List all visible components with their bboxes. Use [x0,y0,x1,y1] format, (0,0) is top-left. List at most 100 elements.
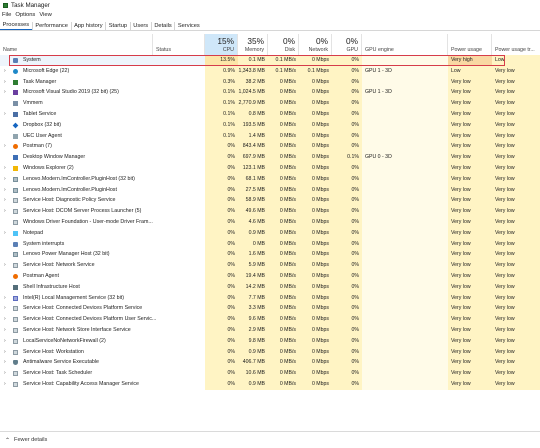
expand-chevron-icon[interactable]: › [4,195,6,206]
expand-chevron-icon[interactable]: › [4,293,6,304]
cell-power: Very low [448,130,492,142]
cell-engine: GPU 1 - 3D [362,65,448,77]
column-header-gpu-engine[interactable]: GPU engine [362,34,448,55]
expand-chevron-icon[interactable]: › [4,87,6,98]
expand-chevron-icon[interactable]: › [4,141,6,152]
column-header-status[interactable]: Status [153,34,205,55]
expand-chevron-icon[interactable]: › [4,163,6,174]
column-header-name[interactable]: Name [0,34,153,55]
expand-chevron-icon[interactable]: › [4,325,6,336]
column-header-network[interactable]: 0% Network [299,34,332,55]
cell-power: Very low [448,87,492,99]
expand-chevron-icon[interactable]: › [4,357,6,368]
dropbox-icon [12,122,19,129]
process-row[interactable]: Postman Agent 0% 19.4 MB 0 MB/s 0 Mbps 0% Very… [0,270,540,282]
process-row[interactable]: › Task Manager 0.3% 38.2 MB 0 MB/s 0 Mbps 0% Ve… [0,76,540,88]
process-row[interactable]: › Service Host: Connected Devices Platfor… [0,303,540,315]
cell-trend: Very low [492,314,540,325]
process-row[interactable]: › Notepad 0% 0.9 MB 0 MB/s 0 Mbps 0% Very low Ve… [0,227,540,239]
cell-network: 0 Mbps [299,162,332,174]
expand-chevron-icon[interactable]: › [4,206,6,217]
process-row[interactable]: › Service Host: Network Service 0% 5.9 MB 0 … [0,260,540,271]
process-row[interactable]: › Antimalware Service Executable 0% 406.7 M… [0,357,540,369]
column-header-cpu[interactable]: ⌄ 15% CPU [205,34,238,55]
expand-chevron-icon[interactable]: › [4,228,6,239]
process-row[interactable]: › Lenovo.Modern.ImController.PluginHost (… [0,173,540,185]
disk-total: 0% [283,36,295,46]
column-header-power-trend[interactable]: Power usage tr... [492,34,540,55]
expand-chevron-icon[interactable]: › [4,336,6,347]
cell-power: Very low [448,303,492,315]
process-row[interactable]: › Service Host: Capability Access Manager… [0,378,540,390]
system-icon [13,241,18,247]
process-row[interactable]: › Service Host: Network Store Interface S… [0,324,540,336]
fewer-details-link[interactable]: Fewer details [14,437,47,443]
process-row[interactable]: › Service Host: Workstation 0% 0.9 MB 0 MB/s… [0,346,540,358]
menu-options[interactable]: Options [13,12,37,18]
cell-memory: 4.6 MB [238,216,268,228]
cell-network: 0 Mbps [299,238,332,250]
tab-performance[interactable]: Performance [31,22,71,30]
expand-chevron-icon[interactable]: › [4,260,6,271]
column-header-power-usage[interactable]: Power usage [448,34,492,55]
chevron-up-icon[interactable]: ⌃ [5,437,10,444]
process-row[interactable]: Windows Driver Foundation - User-mode Dr… [0,216,540,228]
process-row[interactable]: › Windows Explorer (2) 0% 123.1 MB 0 MB/s 0 M… [0,162,540,174]
process-row[interactable]: › Microsoft Visual Studio 2019 (32 bit) (… [0,87,540,99]
process-row[interactable]: Dropbox (32 bit) 0.1% 193.5 MB 0 MB/s 0 Mbps… [0,119,540,131]
menu-view[interactable]: View [37,12,53,18]
cell-disk: 0.1 MB/s [268,65,299,77]
cell-network: 0 Mbps [299,130,332,142]
process-row[interactable]: Shell Infrastructure Host 0% 14.2 MB 0 MB/s… [0,281,540,293]
process-row[interactable]: › Intel(R) Local Management Service (32 b… [0,292,540,304]
cell-memory: 0.9 MB [238,227,268,239]
process-name: Vmmem [23,100,43,107]
process-row[interactable]: › Service Host: Diagnostic Policy Service… [0,195,540,207]
expand-chevron-icon[interactable]: › [4,379,6,390]
cell-power: Very low [448,378,492,390]
cell-engine [362,357,448,369]
process-row[interactable]: Lenovo Power Manager Host (32 bit) 0% 1.6 … [0,249,540,261]
tab-app-history[interactable]: App history [70,22,106,30]
expand-chevron-icon[interactable]: › [4,174,6,185]
expand-chevron-icon[interactable]: › [4,314,6,325]
process-row[interactable]: › Tablet Service 0.1% 0.8 MB 0 MB/s 0 Mbps 0% V… [0,108,540,120]
postman-icon [13,273,18,279]
expand-chevron-icon[interactable]: › [4,66,6,77]
window-manager-icon [13,155,18,161]
process-row[interactable]: Desktop Window Manager 0% 697.9 MB 0 MB/s 0 … [0,152,540,163]
process-row[interactable]: › Microsoft Edge (22) 0.9% 1,343.8 MB 0.1 MB… [0,65,540,77]
cell-memory: 2,770.9 MB [238,98,268,109]
column-header-gpu[interactable]: 0% GPU [332,34,362,55]
cell-power: Very low [448,357,492,369]
process-row[interactable]: › Postman (7) 0% 843.4 MB 0 MB/s 0 Mbps 0% Very… [0,141,540,153]
tab-startup[interactable]: Startup [105,22,130,30]
cell-power: Very low [448,270,492,282]
column-header-disk[interactable]: 0% Disk [268,34,299,55]
process-row[interactable]: › Lenovo.Modern.ImController.PluginHost 0%… [0,184,540,196]
menu-file[interactable]: File [0,12,13,18]
process-row[interactable]: System 13.5% 0.1 MB 0.1 MB/s 0 Mbps 0% Very hi… [0,55,540,66]
tab-processes[interactable]: Processes [0,21,32,30]
process-row[interactable]: › Service Host: DCOM Server Process Launc… [0,206,540,217]
cell-gpu: 0% [332,195,362,207]
process-row[interactable]: UEC User Agent 0.1% 1.4 MB 0 MB/s 0 Mbps 0% Ve… [0,130,540,142]
expand-chevron-icon[interactable]: › [4,185,6,196]
tab-users[interactable]: Users [129,22,151,30]
tab-details[interactable]: Details [150,22,175,30]
expand-chevron-icon[interactable]: › [4,77,6,88]
process-row[interactable]: System interrupts 0% 0 MB 0 MB/s 0 Mbps 0% Ver… [0,238,540,250]
expand-chevron-icon[interactable]: › [4,368,6,379]
cell-memory: 0.9 MB [238,378,268,390]
process-row[interactable]: › Service Host: Connected Devices Platfor… [0,314,540,325]
expand-chevron-icon[interactable]: › [4,347,6,358]
expand-chevron-icon[interactable]: › [4,109,6,120]
column-header-memory[interactable]: 35% Memory [238,34,268,55]
cell-memory: 7.7 MB [238,292,268,304]
process-row[interactable]: › LocalServiceNoNetworkFirewall (2) 0% 9.8 … [0,335,540,347]
cell-disk: 0 MB/s [268,206,299,217]
process-row[interactable]: › Service Host: Task Scheduler 0% 10.6 MB 0 … [0,368,540,379]
tab-services[interactable]: Services [174,22,202,30]
expand-chevron-icon[interactable]: › [4,303,6,314]
process-row[interactable]: Vmmem 0.1% 2,770.9 MB 0 MB/s 0 Mbps 0% Very lo… [0,98,540,109]
